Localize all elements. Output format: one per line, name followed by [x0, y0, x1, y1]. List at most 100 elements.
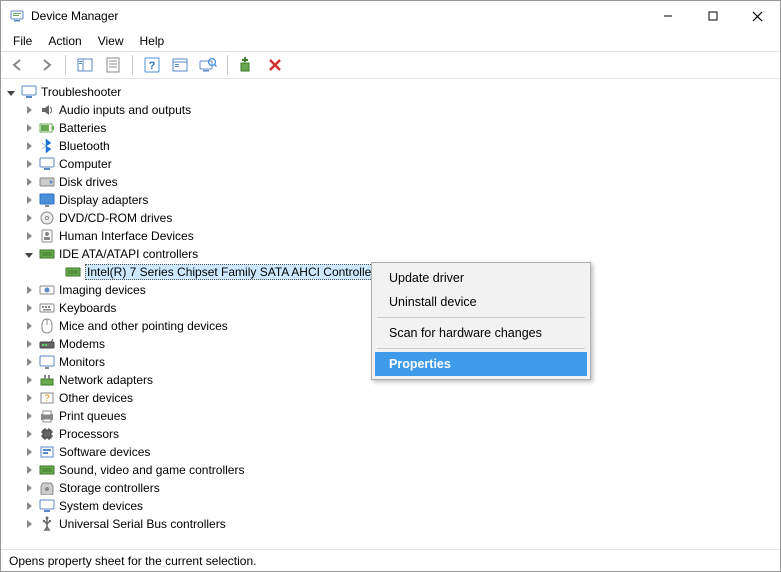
- tree-category[interactable]: Computer: [1, 155, 780, 173]
- tree-category[interactable]: Storage controllers: [1, 479, 780, 497]
- menu-view[interactable]: View: [92, 32, 130, 50]
- expand-toggle-icon[interactable]: [23, 500, 35, 512]
- category-icon: [39, 174, 55, 190]
- expand-toggle-icon[interactable]: [23, 464, 35, 476]
- tree-category-label: IDE ATA/ATAPI controllers: [59, 247, 198, 261]
- expand-toggle-icon[interactable]: [23, 230, 35, 242]
- tree-category[interactable]: Audio inputs and outputs: [1, 101, 780, 119]
- expand-toggle-icon[interactable]: [23, 140, 35, 152]
- category-icon: [39, 156, 55, 172]
- expand-toggle-icon[interactable]: [23, 428, 35, 440]
- back-button[interactable]: [7, 54, 29, 76]
- tree-category[interactable]: Disk drives: [1, 173, 780, 191]
- tree-category[interactable]: Software devices: [1, 443, 780, 461]
- category-icon: [39, 354, 55, 370]
- toolbar-separator: [227, 55, 228, 75]
- menubar: File Action View Help: [1, 31, 780, 51]
- tree-category-label: Keyboards: [59, 301, 116, 315]
- expand-toggle-icon[interactable]: [23, 212, 35, 224]
- tree-category-label: Software devices: [59, 445, 150, 459]
- category-icon: [39, 336, 55, 352]
- window-title: Device Manager: [31, 9, 645, 23]
- category-icon: [39, 138, 55, 154]
- expand-toggle-icon[interactable]: [23, 518, 35, 530]
- expand-toggle-icon[interactable]: [23, 338, 35, 350]
- computer-icon: [21, 84, 37, 100]
- expand-toggle-icon[interactable]: [23, 248, 35, 260]
- category-icon: [39, 498, 55, 514]
- menu-help[interactable]: Help: [134, 32, 171, 50]
- minimize-button[interactable]: [645, 1, 690, 31]
- category-icon: [39, 102, 55, 118]
- tree-category-label: Network adapters: [59, 373, 153, 387]
- maximize-button[interactable]: [690, 1, 735, 31]
- svg-text:?: ?: [44, 393, 49, 403]
- tree-category[interactable]: ?Other devices: [1, 389, 780, 407]
- category-icon: [39, 426, 55, 442]
- expand-toggle-icon[interactable]: [23, 482, 35, 494]
- help-button[interactable]: ?: [141, 54, 163, 76]
- expand-toggle-icon[interactable]: [23, 194, 35, 206]
- expand-toggle-icon[interactable]: [23, 302, 35, 314]
- expand-toggle-icon[interactable]: [23, 410, 35, 422]
- ctx-separator: [377, 317, 585, 318]
- expand-toggle-icon[interactable]: [23, 320, 35, 332]
- tree-category-label: Human Interface Devices: [59, 229, 194, 243]
- show-hide-console-tree-button[interactable]: [74, 54, 96, 76]
- category-icon: [39, 318, 55, 334]
- tree-category-label: Display adapters: [59, 193, 148, 207]
- tree-root[interactable]: Troubleshooter: [1, 83, 780, 101]
- tree-category[interactable]: Print queues: [1, 407, 780, 425]
- tree-category[interactable]: Processors: [1, 425, 780, 443]
- action-button[interactable]: [169, 54, 191, 76]
- tree-category-label: Sound, video and game controllers: [59, 463, 244, 477]
- tree-category[interactable]: IDE ATA/ATAPI controllers: [1, 245, 780, 263]
- tree-category-label: Computer: [59, 157, 112, 171]
- menu-file[interactable]: File: [7, 32, 38, 50]
- tree-category[interactable]: Batteries: [1, 119, 780, 137]
- tree-category[interactable]: Sound, video and game controllers: [1, 461, 780, 479]
- expand-toggle-icon[interactable]: [23, 356, 35, 368]
- expand-toggle-icon[interactable]: [23, 374, 35, 386]
- scan-hardware-button[interactable]: [197, 54, 219, 76]
- category-icon: [39, 282, 55, 298]
- expand-toggle-icon[interactable]: [23, 158, 35, 170]
- category-icon: [39, 210, 55, 226]
- toolbar: ?: [1, 51, 780, 79]
- ctx-uninstall-device[interactable]: Uninstall device: [375, 290, 587, 314]
- ctx-properties[interactable]: Properties: [375, 352, 587, 376]
- tree-category[interactable]: Bluetooth: [1, 137, 780, 155]
- expand-toggle-icon[interactable]: [23, 284, 35, 296]
- tree-category-label: Batteries: [59, 121, 106, 135]
- titlebar: Device Manager: [1, 1, 780, 31]
- context-menu: Update driver Uninstall device Scan for …: [371, 262, 591, 380]
- device-tree[interactable]: Troubleshooter Audio inputs and outputs B…: [1, 79, 780, 549]
- tree-category[interactable]: Display adapters: [1, 191, 780, 209]
- category-icon: [39, 192, 55, 208]
- uninstall-button[interactable]: [264, 54, 286, 76]
- tree-category-label: Print queues: [59, 409, 126, 423]
- tree-category[interactable]: DVD/CD-ROM drives: [1, 209, 780, 227]
- forward-button[interactable]: [35, 54, 57, 76]
- close-button[interactable]: [735, 1, 780, 31]
- tree-category[interactable]: Universal Serial Bus controllers: [1, 515, 780, 533]
- expand-toggle-icon[interactable]: [23, 446, 35, 458]
- category-icon: [39, 480, 55, 496]
- tree-category[interactable]: System devices: [1, 497, 780, 515]
- toolbar-separator: [132, 55, 133, 75]
- expand-toggle-icon[interactable]: [23, 176, 35, 188]
- expand-toggle-icon[interactable]: [23, 104, 35, 116]
- tree-category-label: Processors: [59, 427, 119, 441]
- tree-category[interactable]: Human Interface Devices: [1, 227, 780, 245]
- add-legacy-hardware-button[interactable]: [236, 54, 258, 76]
- expand-toggle-icon[interactable]: [5, 86, 17, 98]
- properties-button[interactable]: [102, 54, 124, 76]
- ctx-scan-hardware[interactable]: Scan for hardware changes: [375, 321, 587, 345]
- ctx-update-driver[interactable]: Update driver: [375, 266, 587, 290]
- expand-toggle-icon[interactable]: [23, 392, 35, 404]
- category-icon: [39, 228, 55, 244]
- tree-category-label: Audio inputs and outputs: [59, 103, 191, 117]
- tree-category-label: System devices: [59, 499, 143, 513]
- expand-toggle-icon[interactable]: [23, 122, 35, 134]
- menu-action[interactable]: Action: [42, 32, 87, 50]
